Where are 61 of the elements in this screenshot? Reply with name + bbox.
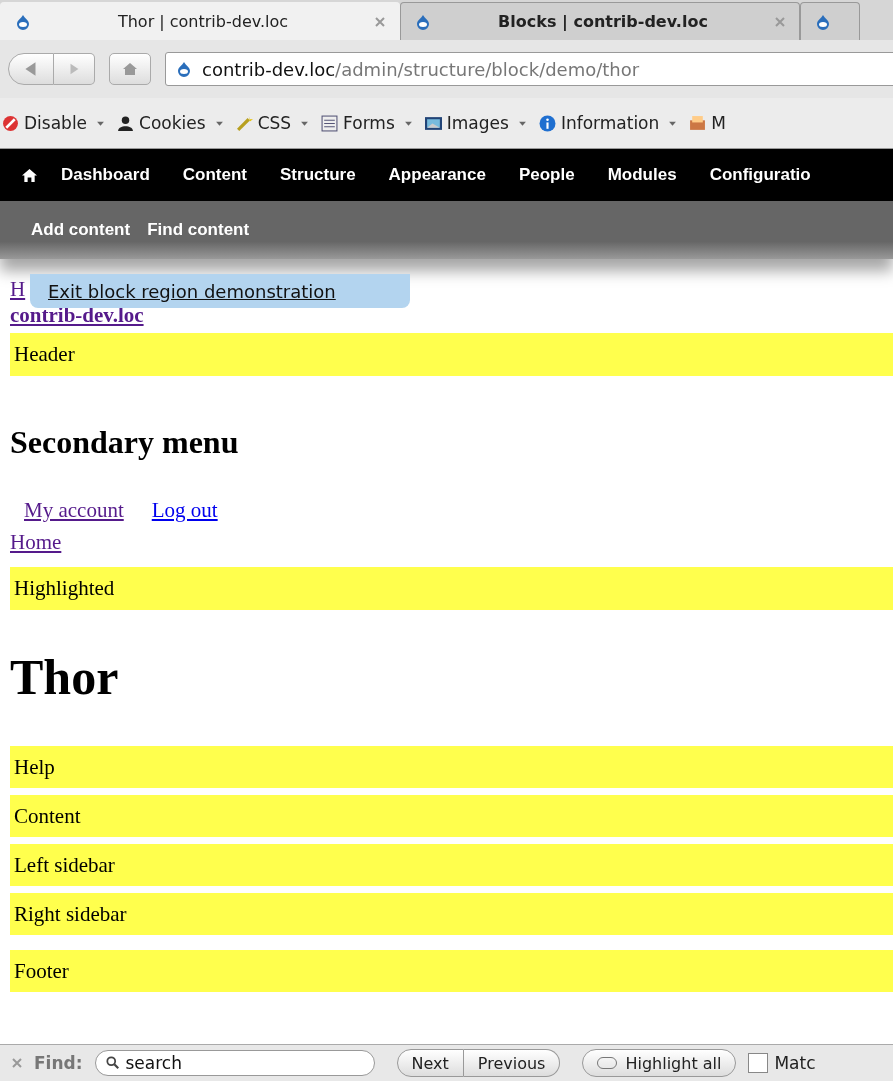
forward-button[interactable] bbox=[54, 53, 95, 85]
find-button[interactable]: Next bbox=[396, 1049, 464, 1077]
region-label: Header bbox=[10, 333, 893, 376]
home-button[interactable] bbox=[109, 53, 151, 85]
menu-link[interactable]: Content bbox=[182, 165, 247, 185]
home-icon bbox=[122, 61, 138, 77]
shortcut-link[interactable]: Find content bbox=[147, 220, 250, 240]
image-icon bbox=[424, 114, 442, 132]
menu-link[interactable]: Structure bbox=[280, 165, 356, 185]
browser-tab[interactable]: Blocks | contrib-dev.loc bbox=[400, 2, 800, 40]
toolbar-menu[interactable]: M bbox=[689, 113, 726, 133]
toolbar-menu[interactable]: CSS bbox=[235, 113, 310, 133]
back-button[interactable] bbox=[8, 53, 54, 85]
close-icon[interactable] bbox=[775, 16, 785, 27]
highlight-toggle[interactable]: Highlight all bbox=[582, 1049, 737, 1077]
exit-demo-link[interactable]: Exit block region demonstration bbox=[48, 280, 336, 302]
checkbox[interactable] bbox=[748, 1053, 769, 1073]
browser-tab[interactable] bbox=[800, 2, 860, 40]
toolbar-menu[interactable]: Cookies bbox=[117, 113, 224, 133]
toolbar-menu[interactable]: Images bbox=[424, 113, 527, 133]
printer-icon bbox=[689, 114, 707, 132]
breadcrumb-link[interactable]: Home bbox=[10, 525, 62, 559]
menu-link[interactable]: Modules bbox=[607, 165, 677, 185]
menu-link[interactable]: Dashboard bbox=[61, 165, 150, 185]
no-entry-icon bbox=[2, 114, 19, 132]
search-field[interactable]: search bbox=[94, 1050, 375, 1076]
search-icon bbox=[105, 1056, 120, 1070]
section-heading: Secondary menu bbox=[10, 424, 239, 461]
region-label: Left sidebar bbox=[10, 844, 893, 886]
menu-link[interactable]: Log out bbox=[151, 495, 218, 525]
home-icon[interactable] bbox=[22, 167, 37, 183]
form-icon bbox=[321, 114, 339, 132]
drop-icon bbox=[415, 13, 431, 30]
browser-tab[interactable]: Thor | contrib-dev.loc bbox=[0, 2, 400, 40]
region-label: Help bbox=[10, 746, 893, 788]
find-label: Find: bbox=[34, 1053, 83, 1073]
menu-link[interactable]: My account bbox=[24, 495, 124, 525]
drop-icon bbox=[815, 13, 831, 30]
info-icon bbox=[538, 114, 556, 132]
region-label: Right sidebar bbox=[10, 893, 893, 935]
address-field[interactable]: contrib-dev.loc/admin/structure/block/demo/thor bbox=[165, 52, 893, 86]
checkbox-label: Matc bbox=[774, 1053, 816, 1073]
region-label: Content bbox=[10, 795, 893, 837]
url-text: contrib-dev.loc/admin/structure/block/demo/thor bbox=[202, 58, 640, 80]
page-title: Thor bbox=[10, 648, 119, 706]
search-input[interactable]: search bbox=[125, 1053, 326, 1073]
close-icon[interactable] bbox=[12, 1058, 22, 1068]
region-label: Highlighted bbox=[10, 567, 893, 610]
toolbar-menu[interactable]: Disable bbox=[2, 113, 106, 133]
drop-icon bbox=[15, 13, 31, 30]
menu-link[interactable]: Appearance bbox=[388, 165, 486, 185]
region-label: Footer bbox=[10, 950, 893, 992]
toolbar-menu[interactable]: Forms bbox=[321, 113, 413, 133]
person-icon bbox=[117, 114, 135, 132]
drop-icon bbox=[176, 61, 192, 77]
menu-link[interactable]: People bbox=[518, 165, 575, 185]
toolbar-menu[interactable]: Information bbox=[538, 113, 678, 133]
find-button[interactable]: Previous bbox=[463, 1049, 561, 1077]
shortcut-link[interactable]: Add content bbox=[31, 220, 131, 240]
menu-link[interactable]: Configuratio bbox=[709, 165, 811, 185]
close-icon[interactable] bbox=[375, 16, 385, 27]
